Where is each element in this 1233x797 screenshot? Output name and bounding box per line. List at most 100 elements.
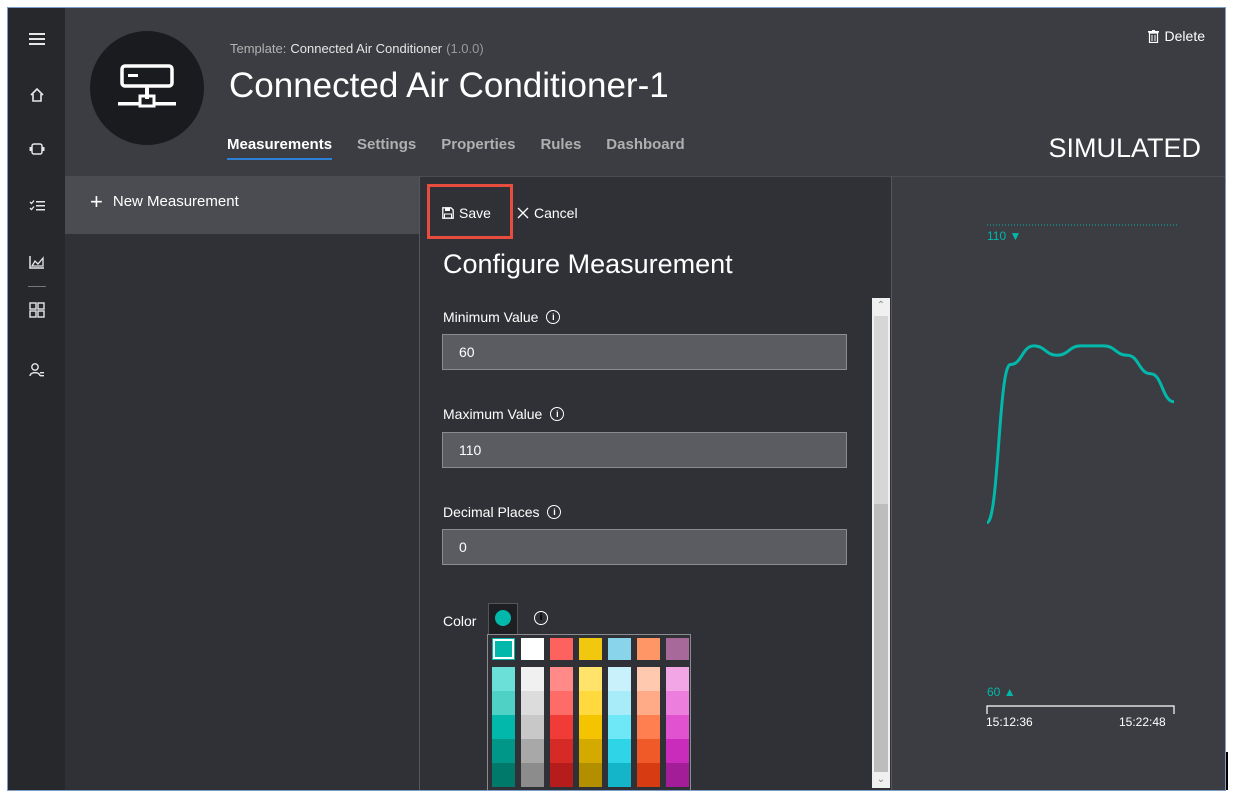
tab-rules[interactable]: Rules <box>540 136 581 160</box>
color-swatch[interactable] <box>579 691 602 715</box>
color-swatch[interactable] <box>666 638 689 660</box>
color-swatch[interactable] <box>550 715 573 739</box>
color-swatch[interactable] <box>492 715 515 739</box>
color-swatch[interactable] <box>579 667 602 691</box>
configure-title: Configure Measurement <box>443 249 733 279</box>
color-swatch[interactable] <box>608 691 631 715</box>
color-swatch[interactable] <box>608 638 631 660</box>
scroll-up-icon[interactable]: ⌃ <box>872 298 890 314</box>
max-marker-label: 110 <box>987 229 1007 243</box>
max-value-input[interactable]: 110 <box>442 432 847 468</box>
plus-icon: + <box>90 188 103 214</box>
color-swatch[interactable] <box>608 667 631 691</box>
analytics-icon[interactable] <box>26 251 48 273</box>
device-title: Connected Air Conditioner-1 <box>229 66 669 105</box>
scrollbar[interactable]: ⌃ ⌄ <box>872 298 890 788</box>
color-swatch[interactable] <box>666 763 689 787</box>
tab-properties[interactable]: Properties <box>441 136 515 160</box>
color-swatch[interactable] <box>550 763 573 787</box>
max-value-label: Maximum Value i <box>443 406 565 422</box>
trash-icon <box>1147 29 1159 43</box>
decimal-places-label: Decimal Places i <box>443 504 562 520</box>
color-swatch[interactable] <box>492 638 515 660</box>
cancel-label: Cancel <box>534 205 578 221</box>
scroll-down-icon[interactable]: ⌄ <box>872 772 890 788</box>
home-icon[interactable] <box>26 84 48 106</box>
color-swatch[interactable] <box>492 691 515 715</box>
tab-measurements[interactable]: Measurements <box>227 136 333 160</box>
color-swatch[interactable] <box>637 691 660 715</box>
dashboard-icon[interactable] <box>26 299 48 321</box>
color-swatch[interactable] <box>666 667 689 691</box>
color-palette <box>487 634 691 790</box>
color-swatch[interactable] <box>637 638 660 660</box>
scrollbar-thumb[interactable] <box>874 504 888 772</box>
color-swatch[interactable] <box>666 691 689 715</box>
save-button[interactable]: Save <box>442 205 491 221</box>
color-swatch[interactable] <box>608 739 631 763</box>
x-tick-end: 15:22:48 <box>1119 715 1166 729</box>
min-value-input[interactable]: 60 <box>442 334 847 370</box>
delete-label: Delete <box>1164 28 1205 44</box>
rail-divider <box>28 286 46 287</box>
decimal-places-input[interactable]: 0 <box>442 529 847 565</box>
template-label: Template: <box>230 41 287 56</box>
save-icon <box>442 207 454 219</box>
info-icon[interactable]: i <box>534 611 548 625</box>
color-swatch[interactable] <box>492 739 515 763</box>
info-icon[interactable]: i <box>546 310 561 324</box>
color-swatch[interactable] <box>579 638 602 660</box>
max-marker: 110 ▼ <box>987 229 1021 243</box>
device-header: Template: Connected Air Conditioner (1.0.0… <box>65 8 1225 177</box>
rules-icon[interactable] <box>26 195 48 217</box>
device-template-icon <box>118 64 176 108</box>
color-swatch[interactable] <box>608 715 631 739</box>
measurements-list-panel: + New Measurement <box>65 177 420 790</box>
color-swatch[interactable] <box>579 763 602 787</box>
color-swatch[interactable] <box>521 691 544 715</box>
color-swatch[interactable] <box>521 763 544 787</box>
color-swatch[interactable] <box>492 667 515 691</box>
color-swatch[interactable] <box>666 715 689 739</box>
info-icon[interactable]: i <box>550 407 565 421</box>
selected-color-swatch <box>495 610 511 626</box>
color-swatch[interactable] <box>550 638 573 660</box>
color-swatch[interactable] <box>521 715 544 739</box>
color-swatch[interactable] <box>637 763 660 787</box>
save-label: Save <box>459 205 491 221</box>
color-swatch[interactable] <box>492 763 515 787</box>
color-swatch[interactable] <box>637 739 660 763</box>
left-rail <box>8 8 65 790</box>
color-swatch[interactable] <box>521 739 544 763</box>
color-swatch[interactable] <box>521 638 544 660</box>
color-swatch[interactable] <box>637 667 660 691</box>
color-swatch[interactable] <box>608 763 631 787</box>
tab-dashboard[interactable]: Dashboard <box>606 136 684 160</box>
cancel-button[interactable]: Cancel <box>517 205 578 221</box>
color-picker-button[interactable] <box>488 603 518 635</box>
color-swatch[interactable] <box>550 739 573 763</box>
color-swatch[interactable] <box>550 667 573 691</box>
menu-icon[interactable] <box>26 28 48 50</box>
simulated-badge: SIMULATED <box>1048 133 1201 163</box>
decimal-places-label-text: Decimal Places <box>443 504 540 520</box>
color-swatch[interactable] <box>579 715 602 739</box>
template-info: Template: Connected Air Conditioner (1.0.0… <box>230 41 484 56</box>
color-label: Color <box>443 613 477 629</box>
users-icon[interactable] <box>26 359 48 381</box>
max-marker-arrow-icon: ▼ <box>1009 229 1022 243</box>
device-icon[interactable] <box>26 138 48 160</box>
delete-button[interactable]: Delete <box>1147 28 1205 44</box>
color-swatch[interactable] <box>550 691 573 715</box>
color-swatch[interactable] <box>521 667 544 691</box>
min-value-label-text: Minimum Value <box>443 309 539 325</box>
new-measurement-button[interactable]: + New Measurement <box>65 177 419 234</box>
min-value-label: Minimum Value i <box>443 309 561 325</box>
color-swatch[interactable] <box>666 739 689 763</box>
color-swatch[interactable] <box>637 715 660 739</box>
tab-settings[interactable]: Settings <box>357 136 416 160</box>
template-name[interactable]: Connected Air Conditioner <box>290 41 442 56</box>
color-swatch[interactable] <box>579 739 602 763</box>
info-icon[interactable]: i <box>547 505 562 519</box>
min-marker-arrow-icon: ▲ <box>1003 685 1016 699</box>
